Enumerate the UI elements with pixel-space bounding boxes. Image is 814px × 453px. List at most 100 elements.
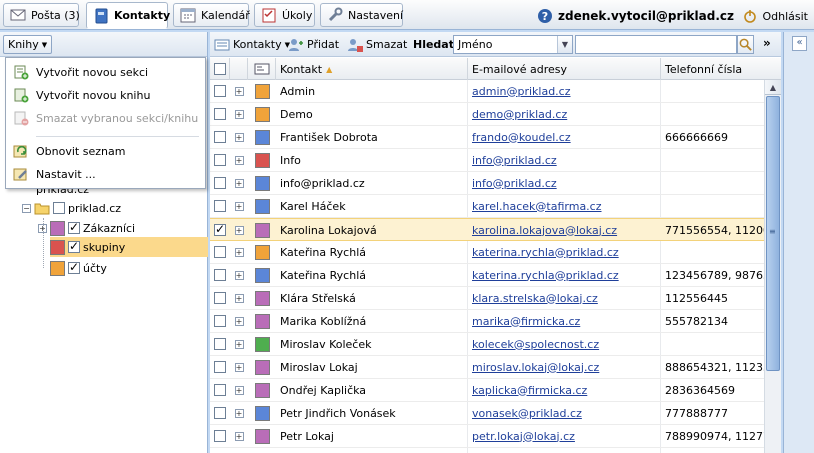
row-checkbox-cell[interactable] — [210, 333, 230, 355]
contact-email-link[interactable]: vonasek@priklad.cz — [472, 407, 582, 420]
tab-settings[interactable]: Nastavení — [320, 3, 403, 27]
expand-icon[interactable]: + — [234, 132, 244, 142]
grid-scrollbar[interactable]: ▲ ≡ — [764, 80, 781, 453]
menu-item-new-section[interactable]: Vytvořit novou sekci — [6, 61, 205, 83]
contact-email-link[interactable]: karolina.lokajova@lokaj.cz — [472, 224, 617, 237]
table-row[interactable]: + Karolina Lokajová karolina.lokajova@loka… — [210, 218, 764, 241]
email-column-header[interactable]: E-mailové adresy — [468, 58, 661, 80]
row-expand-cell[interactable]: + — [230, 172, 248, 194]
row-expand-cell[interactable]: + — [230, 425, 248, 447]
table-row[interactable]: + Petr Lokaj petr.lokaj@lokaj.cz 788990974,… — [210, 425, 764, 448]
collapse-icon[interactable]: − — [22, 203, 31, 213]
contacts-menu-button[interactable]: Kontakty ▼ — [214, 36, 290, 53]
logout-button[interactable]: Odhlásit — [742, 8, 808, 24]
row-checkbox-cell[interactable] — [210, 356, 230, 378]
row-checkbox-cell[interactable] — [210, 425, 230, 447]
menu-item-delete[interactable]: Smazat vybranou sekci/knihu — [6, 107, 205, 129]
table-row[interactable]: + Miroslav Koleček kolecek@spolecnost.cz — [210, 333, 764, 356]
search-button[interactable] — [737, 35, 754, 54]
row-expand-cell[interactable]: + — [230, 264, 248, 286]
row-checkbox[interactable] — [214, 131, 226, 143]
select-all-checkbox[interactable] — [213, 63, 226, 75]
contact-email-link[interactable]: marika@firmicka.cz — [472, 315, 580, 328]
row-checkbox[interactable] — [214, 269, 226, 281]
contact-email-link[interactable]: katerina.rychla@priklad.cz — [472, 246, 619, 259]
type-header[interactable] — [248, 58, 276, 80]
more-tools-icon[interactable]: » — [763, 36, 771, 50]
contact-email-link[interactable]: miroslav.lokaj@lokaj.cz — [472, 361, 599, 374]
row-expand-cell[interactable]: + — [230, 149, 248, 171]
table-row[interactable]: + Petr Jindřich Vonásek vonasek@priklad.cz… — [210, 402, 764, 425]
contact-column-header[interactable]: Kontakt ▲ — [276, 58, 468, 80]
row-checkbox-cell[interactable] — [210, 103, 230, 125]
expand-icon[interactable]: + — [234, 339, 244, 349]
table-row[interactable]: + Kateřina Rychlá katerina.rychla@priklad.… — [210, 264, 764, 287]
contact-email-link[interactable]: info@priklad.cz — [472, 177, 557, 190]
tree-node-checkbox[interactable] — [68, 220, 80, 234]
scrollbar-thumb[interactable]: ≡ — [766, 96, 780, 371]
expand-icon[interactable]: + — [234, 293, 244, 303]
expand-icon[interactable]: + — [234, 201, 244, 211]
tab-calendar[interactable]: Kalendář — [173, 3, 250, 27]
table-row[interactable]: + Info info@priklad.cz — [210, 149, 764, 172]
expand-icon[interactable]: + — [234, 431, 244, 441]
row-expand-cell[interactable]: + — [230, 379, 248, 401]
row-expand-cell[interactable]: + — [230, 80, 248, 102]
table-row[interactable]: + František Dobrota frando@koudel.cz 666666… — [210, 126, 764, 149]
search-field-select[interactable]: Jméno ▼ — [453, 35, 573, 54]
row-checkbox-cell[interactable] — [210, 172, 230, 194]
tab-mail[interactable]: Pošta (3) — [3, 3, 80, 27]
table-row[interactable]: + Karel Háček karel.hacek@tafirma.cz — [210, 195, 764, 218]
row-checkbox-cell[interactable] — [210, 264, 230, 286]
menu-item-settings[interactable]: Nastavit ... — [6, 163, 205, 185]
row-checkbox[interactable] — [214, 108, 226, 120]
tree-node-groups[interactable]: skupiny — [50, 237, 208, 257]
add-contact-button[interactable]: Přidat — [288, 36, 339, 53]
contact-email-link[interactable]: petr.lokaj@lokaj.cz — [472, 430, 575, 443]
expand-icon[interactable]: + — [234, 247, 244, 257]
table-row[interactable]: + Admin admin@priklad.cz — [210, 80, 764, 103]
contact-email-link[interactable]: katerina.rychla@priklad.cz — [472, 269, 619, 282]
menu-item-refresh[interactable]: Obnovit seznam — [6, 140, 205, 162]
contact-email-link[interactable]: karel.hacek@tafirma.cz — [472, 200, 602, 213]
scroll-up-icon[interactable]: ▲ — [765, 80, 781, 95]
row-expand-cell[interactable]: + — [230, 103, 248, 125]
expand-icon[interactable]: + — [234, 316, 244, 326]
row-expand-cell[interactable]: + — [230, 126, 248, 148]
table-row[interactable]: + Demo demo@priklad.cz — [210, 103, 764, 126]
tree-node-accounts[interactable]: účty — [50, 258, 107, 278]
contact-email-link[interactable]: info@priklad.cz — [472, 154, 557, 167]
search-input[interactable] — [575, 35, 737, 54]
row-checkbox[interactable] — [214, 407, 226, 419]
table-row[interactable]: + Klára Střelská klara.strelska@lokaj.cz 11… — [210, 287, 764, 310]
row-checkbox-cell[interactable] — [210, 241, 230, 263]
row-checkbox-cell[interactable] — [210, 310, 230, 332]
row-checkbox[interactable] — [214, 222, 226, 236]
row-expand-cell[interactable]: + — [230, 219, 248, 241]
expand-icon[interactable]: + — [234, 155, 244, 165]
table-row[interactable]: + Kateřina Rychlá katerina.rychla@priklad.… — [210, 241, 764, 264]
delete-contact-button[interactable]: Smazat — [347, 36, 407, 53]
row-checkbox-cell[interactable] — [210, 80, 230, 102]
row-expand-cell[interactable]: + — [230, 195, 248, 217]
row-checkbox[interactable] — [214, 177, 226, 189]
row-checkbox-cell[interactable] — [210, 149, 230, 171]
tree-node-checkbox[interactable] — [68, 260, 80, 274]
expand-panel-icon[interactable]: « — [792, 36, 807, 51]
row-checkbox-cell[interactable] — [210, 219, 230, 241]
expand-icon[interactable]: + — [234, 408, 244, 418]
contact-email-link[interactable]: kolecek@spolecnost.cz — [472, 338, 599, 351]
phone-column-header[interactable]: Telefonní čísla — [661, 58, 781, 80]
contact-email-link[interactable]: demo@priklad.cz — [472, 108, 567, 121]
expand-icon[interactable]: + — [234, 225, 244, 235]
tab-tasks[interactable]: Úkoly — [254, 3, 315, 27]
row-expand-cell[interactable]: + — [230, 310, 248, 332]
row-expand-cell[interactable]: + — [230, 241, 248, 263]
row-checkbox[interactable] — [214, 315, 226, 327]
row-checkbox[interactable] — [214, 154, 226, 166]
expand-icon[interactable]: + — [234, 178, 244, 188]
contact-email-link[interactable]: klara.strelska@lokaj.cz — [472, 292, 598, 305]
row-checkbox-cell[interactable] — [210, 195, 230, 217]
tree-root-checkbox[interactable] — [53, 202, 65, 214]
row-expand-cell[interactable]: + — [230, 356, 248, 378]
